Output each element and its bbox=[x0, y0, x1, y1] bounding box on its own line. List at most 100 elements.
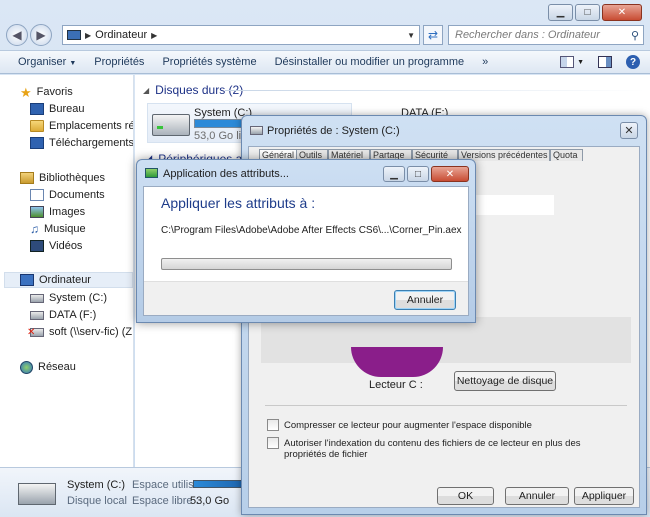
nav-documents[interactable]: Documents bbox=[30, 187, 105, 203]
organize-menu[interactable]: Organiser ▼ bbox=[0, 56, 85, 68]
documents-icon bbox=[30, 189, 44, 201]
nav-label: Téléchargements bbox=[49, 137, 134, 149]
tab-quota[interactable]: Quota bbox=[550, 149, 583, 161]
nav-libraries[interactable]: Bibliothèques bbox=[20, 170, 105, 186]
compress-checkbox[interactable] bbox=[267, 419, 279, 431]
forward-arrow-icon: ▶ bbox=[36, 28, 46, 42]
nav-label: Favoris bbox=[36, 86, 73, 98]
nav-favorites[interactable]: ★ Favoris bbox=[20, 84, 73, 100]
index-label-line2: propriétés de fichier bbox=[284, 449, 368, 460]
toolbar-more[interactable]: » bbox=[473, 56, 497, 68]
close-icon: ✕ bbox=[445, 168, 455, 180]
images-icon bbox=[30, 206, 44, 218]
close-button[interactable]: ✕ bbox=[602, 4, 642, 21]
hard-drive-icon bbox=[152, 114, 190, 136]
downloads-icon bbox=[30, 137, 44, 149]
minimize-button[interactable]: ▁ bbox=[548, 4, 573, 21]
minimize-button[interactable]: ▁ bbox=[383, 166, 405, 182]
nav-label: Documents bbox=[49, 189, 105, 201]
nav-desktop[interactable]: Bureau bbox=[30, 101, 84, 117]
index-checkbox[interactable] bbox=[267, 437, 279, 449]
preview-pane-icon[interactable] bbox=[598, 56, 612, 68]
apply-dialog-body: Appliquer les attributs à : C:\Program F… bbox=[143, 186, 469, 316]
apply-heading: Appliquer les attributs à : bbox=[161, 195, 316, 211]
desktop-icon bbox=[30, 103, 44, 115]
compress-label: Compresser ce lecteur pour augmenter l'e… bbox=[284, 420, 532, 431]
organize-label: Organiser bbox=[18, 56, 67, 68]
maximize-button[interactable]: □ bbox=[407, 166, 429, 182]
drive-label: Lecteur C : bbox=[369, 379, 423, 391]
recent-places-icon bbox=[30, 120, 44, 132]
nav-label: System (C:) bbox=[49, 292, 108, 304]
collapse-arrow-icon: ◢ bbox=[143, 85, 150, 95]
nav-music[interactable]: ♫ Musique bbox=[30, 221, 86, 237]
change-view-button[interactable]: ▼ bbox=[560, 56, 584, 68]
view-icon bbox=[560, 56, 575, 68]
nav-label: Bibliothèques bbox=[39, 172, 106, 184]
minimize-icon: ▁ bbox=[390, 168, 398, 180]
apply-button[interactable]: Appliquer bbox=[574, 487, 634, 505]
dropdown-arrow-icon: ▼ bbox=[69, 60, 77, 67]
address-bar[interactable]: ▶ Ordinateur ▶ ▼ bbox=[62, 25, 420, 45]
minimize-icon: ▁ bbox=[556, 7, 565, 18]
navigation-pane: ★ Favoris Bureau Emplacements récents Tél… bbox=[0, 75, 134, 467]
nav-label: Images bbox=[49, 206, 86, 218]
close-button[interactable]: ✕ bbox=[431, 166, 469, 182]
nav-label: Réseau bbox=[38, 361, 76, 373]
address-dropdown-icon[interactable]: ▼ bbox=[407, 31, 415, 40]
dialog-close-button[interactable]: ✕ bbox=[620, 122, 638, 139]
nav-drive-z[interactable]: soft (\\serv-fic) (Z:) bbox=[27, 324, 134, 340]
nav-images[interactable]: Images bbox=[30, 204, 85, 220]
help-icon[interactable]: ? bbox=[626, 55, 640, 69]
videos-icon bbox=[30, 240, 44, 252]
close-icon: ✕ bbox=[624, 125, 634, 137]
group-divider bbox=[225, 90, 645, 91]
drive-label-field[interactable] bbox=[474, 195, 554, 215]
details-type: Disque local bbox=[67, 495, 127, 507]
nav-downloads[interactable]: Téléchargements bbox=[30, 135, 134, 151]
nav-videos[interactable]: Vidéos bbox=[30, 238, 82, 254]
details-free-label: Espace libre : bbox=[132, 495, 199, 507]
music-icon: ♫ bbox=[30, 222, 39, 236]
hard-drive-icon bbox=[18, 483, 56, 505]
nav-drive-c[interactable]: System (C:) bbox=[30, 290, 107, 306]
maximize-button[interactable]: □ bbox=[575, 4, 600, 21]
hard-drive-icon bbox=[30, 293, 44, 303]
disconnected-network-drive-icon bbox=[27, 327, 44, 338]
attributes-icon bbox=[145, 168, 158, 178]
cancel-button[interactable]: Annuler bbox=[394, 290, 456, 310]
progress-bar bbox=[161, 258, 452, 270]
nav-computer[interactable]: Ordinateur bbox=[4, 272, 133, 288]
disk-cleanup-button[interactable]: Nettoyage de disque bbox=[454, 371, 556, 391]
command-bar: Organiser ▼ Propriétés Propriétés systèm… bbox=[0, 50, 650, 74]
search-icon[interactable]: ⚲ bbox=[631, 29, 639, 42]
toolbar-properties[interactable]: Propriétés bbox=[85, 56, 153, 68]
search-input[interactable]: Rechercher dans : Ordinateur ⚲ bbox=[448, 25, 644, 45]
cancel-button[interactable]: Annuler bbox=[505, 487, 569, 505]
nav-recent-places[interactable]: Emplacements récents bbox=[30, 118, 133, 134]
nav-drive-f[interactable]: DATA (F:) bbox=[30, 307, 96, 323]
nav-label: Vidéos bbox=[49, 240, 83, 252]
close-icon: ✕ bbox=[617, 7, 627, 18]
separator bbox=[265, 405, 627, 406]
details-name: System (C:) bbox=[67, 479, 126, 491]
libraries-icon bbox=[20, 172, 34, 184]
back-button[interactable]: ◀ bbox=[6, 24, 28, 46]
window-controls: ▁ □ ✕ bbox=[548, 4, 642, 21]
refresh-button[interactable]: ⇄ bbox=[423, 25, 443, 45]
window-controls: ▁ □ ✕ bbox=[383, 166, 469, 182]
nav-label: soft (\\serv-fic) (Z:) bbox=[49, 326, 134, 338]
maximize-icon: □ bbox=[584, 7, 591, 18]
nav-label: Bureau bbox=[49, 103, 85, 115]
search-placeholder: Rechercher dans : Ordinateur bbox=[455, 29, 600, 41]
forward-button[interactable]: ▶ bbox=[30, 24, 52, 46]
ok-button[interactable]: OK bbox=[437, 487, 494, 505]
nav-label: DATA (F:) bbox=[49, 309, 97, 321]
nav-network[interactable]: Réseau bbox=[20, 359, 76, 375]
hard-drive-icon bbox=[250, 126, 263, 135]
toolbar-system-properties[interactable]: Propriétés système bbox=[153, 56, 265, 68]
address-path[interactable]: Ordinateur bbox=[95, 29, 147, 41]
toolbar-uninstall[interactable]: Désinstaller ou modifier un programme bbox=[266, 56, 474, 68]
breadcrumb-arrow-icon[interactable]: ▶ bbox=[85, 31, 91, 40]
breadcrumb-arrow-icon[interactable]: ▶ bbox=[151, 31, 157, 40]
